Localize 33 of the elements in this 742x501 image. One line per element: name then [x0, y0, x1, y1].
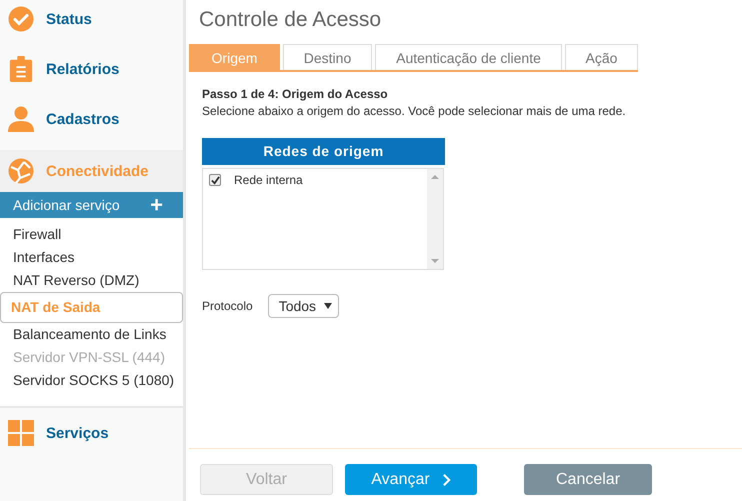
plus-icon: +	[150, 194, 163, 216]
add-service-label: Adicionar serviço	[13, 197, 120, 213]
tab[interactable]: Destino	[283, 44, 372, 70]
grid-icon	[8, 420, 34, 446]
add-service-button[interactable]: Adicionar serviço +	[0, 192, 183, 218]
sidebar-item[interactable]: Firewall	[0, 223, 183, 246]
protocol-dropdown[interactable]: Todos	[268, 294, 340, 318]
next-button[interactable]: Avançar	[345, 464, 477, 495]
check-icon	[8, 6, 34, 32]
tab[interactable]: Autenticação de cliente	[375, 44, 562, 70]
sidebar-section[interactable]: Cadastros	[0, 104, 183, 134]
sidebar-item[interactable]: NAT Reverso (DMZ)	[0, 269, 183, 292]
step-heading: Passo 1 de 4: Origem do Acesso	[202, 87, 389, 101]
chevron-right-icon	[442, 472, 451, 486]
cancel-button[interactable]: Cancelar	[524, 464, 652, 495]
network-label: Rede interna	[234, 173, 303, 187]
protocol-label: Protocolo	[202, 299, 253, 313]
sidebar-section[interactable]: Serviços	[0, 418, 183, 448]
step-description: Selecione abaixo a origem do acesso. Você pode selecionar mais de uma rede.	[202, 104, 627, 118]
sidebar-item[interactable]: Servidor SOCKS 5 (1080)	[0, 369, 183, 392]
sidebar-section[interactable]: Status	[0, 4, 183, 34]
person-icon	[8, 106, 34, 132]
tab[interactable]: Ação	[565, 44, 638, 70]
page-title: Controle de Acesso	[199, 8, 382, 32]
table-header: Redes de origem	[202, 138, 445, 165]
scrollbar[interactable]	[427, 169, 443, 269]
sidebar-item[interactable]: Interfaces	[0, 246, 183, 269]
checkbox[interactable]	[209, 174, 221, 186]
sidebar-section[interactable]: Relatórios	[0, 54, 183, 84]
dropdown-arrow-icon	[324, 303, 332, 309]
clipboard-icon	[8, 56, 34, 82]
sidebar-item[interactable]: Balanceamento de Links	[0, 323, 183, 346]
globe-icon	[8, 158, 34, 184]
